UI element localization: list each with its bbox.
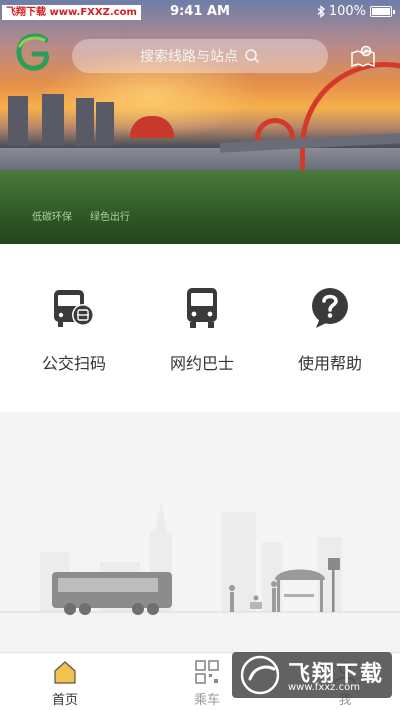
map-location-icon[interactable] — [350, 44, 376, 68]
city-illustration — [0, 412, 400, 652]
battery-icon — [370, 6, 395, 17]
menu-item-bus-scan[interactable]: 公交扫码 — [14, 284, 134, 374]
tab-home[interactable]: 首页 — [20, 659, 110, 708]
bus-stop-scene — [0, 502, 400, 615]
city-bus-logo-icon — [16, 33, 49, 71]
bluetooth-icon — [317, 5, 325, 18]
tower-2 — [42, 94, 64, 146]
battery-percent: 100% — [328, 4, 366, 19]
status-bar: 飞翔下载 www.FXXZ.com 9:41 AM 100% — [0, 0, 400, 24]
menu-item-help[interactable]: 使用帮助 — [270, 284, 390, 374]
watermark-overlay: 飞翔下载 www.fxxz.com — [232, 652, 392, 698]
tower-3 — [76, 98, 94, 146]
menu-label-help: 使用帮助 — [297, 354, 362, 373]
banner-tag-green-travel: 绿色出行 — [90, 212, 130, 223]
hero-banner[interactable]: 低碳环保 绿色出行 — [0, 0, 400, 244]
menu-item-ride-bus[interactable]: 网约巴士 — [142, 284, 262, 374]
watermark-url: www.fxxz.com — [288, 682, 360, 693]
help-icon — [312, 288, 348, 328]
bus-icon — [187, 288, 217, 328]
tower-1 — [8, 96, 28, 146]
tab-label-home: 首页 — [51, 693, 78, 708]
qr-code-icon — [195, 660, 219, 684]
lawn — [0, 170, 400, 244]
home-icon — [54, 661, 76, 684]
search-icon — [245, 49, 260, 64]
quick-menu: 公交扫码 网约巴士 使用帮助 — [0, 244, 400, 412]
menu-label-bus-scan: 公交扫码 — [41, 354, 106, 373]
menu-label-ride-bus: 网约巴士 — [169, 354, 234, 373]
bus-scan-icon — [54, 290, 94, 327]
tower-4 — [96, 102, 114, 146]
watermark-logo-icon — [240, 655, 280, 695]
app-home-screen: 低碳环保 绿色出行 飞翔下载 www.FXXZ.com 9:41 AM 100%… — [0, 0, 400, 710]
status-right: 100% — [317, 4, 395, 19]
search-placeholder: 搜索线路与站点 — [140, 49, 238, 65]
search-input[interactable]: 搜索线路与站点 — [72, 39, 328, 73]
banner-tag-low-carbon: 低碳环保 — [32, 212, 72, 223]
